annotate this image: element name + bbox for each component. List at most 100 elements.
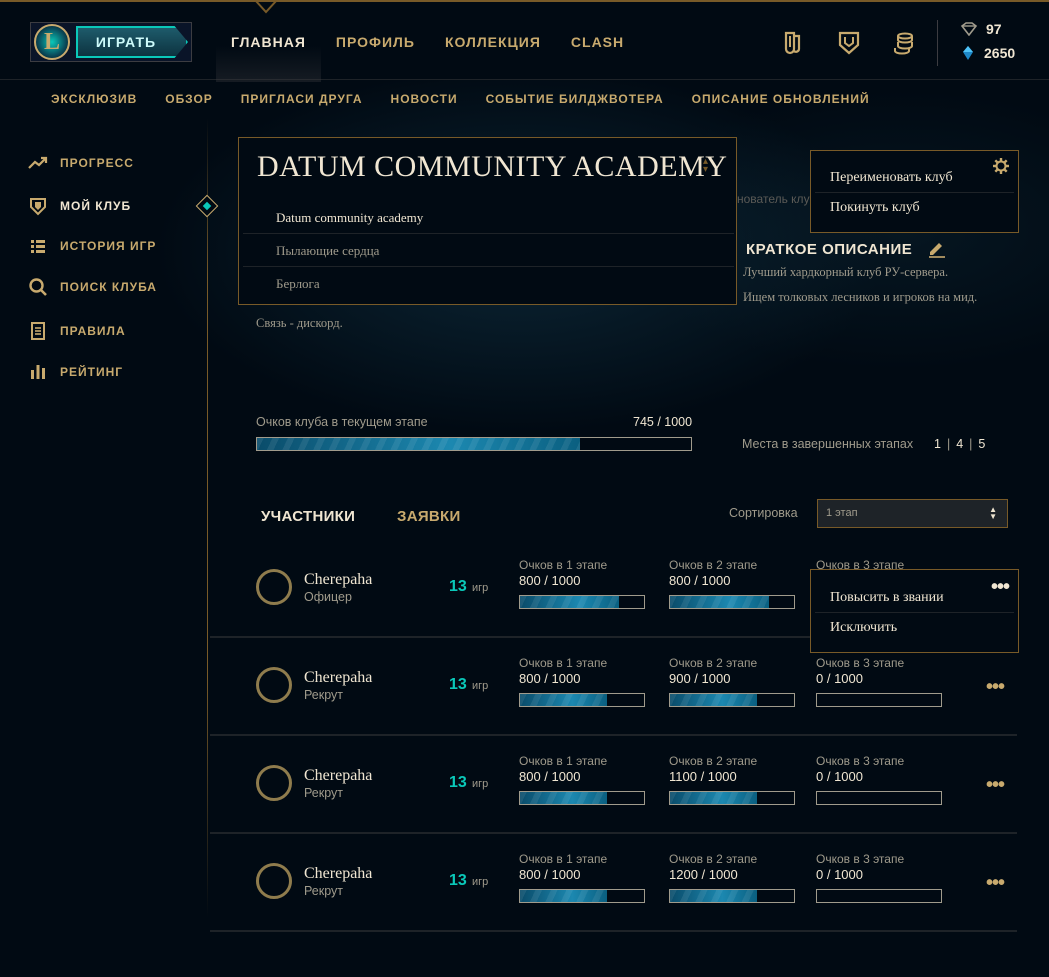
sort-select-value: 1 этап [826, 507, 858, 519]
leave-club-button[interactable]: Покинуть клуб [815, 193, 1014, 223]
rp-balance[interactable]: 97 [960, 21, 1002, 37]
description-line: Ищем толковых лесников и игроков на мид. [743, 290, 978, 304]
member-avatar[interactable] [256, 569, 292, 605]
kick-member-button[interactable]: Исключить [815, 613, 1014, 643]
subnav-news[interactable]: НОВОСТИ [377, 92, 472, 106]
games-count: 13 [449, 676, 467, 693]
place-separator: | [946, 437, 951, 451]
nav-profile[interactable]: ПРОФИЛЬ [321, 2, 430, 82]
more-options-icon[interactable]: ••• [986, 872, 1005, 895]
blue-essence-icon [963, 46, 973, 60]
be-amount: 2650 [984, 45, 1016, 61]
member-avatar[interactable] [256, 863, 292, 899]
stage-points-bar-fill [670, 890, 757, 902]
stage-points-bar-fill [520, 792, 607, 804]
member-name[interactable]: Cherepaha [304, 571, 372, 589]
tab-members[interactable]: УЧАСТНИКИ [261, 508, 355, 525]
member-row[interactable]: Cherepaha Рекрут 13 игр Очков в 1 этапе 800 /… [210, 736, 1017, 834]
more-options-icon[interactable]: ••• [986, 774, 1005, 797]
stage-points-bar [669, 693, 795, 707]
rp-amount: 97 [986, 21, 1002, 37]
list-icon [31, 240, 45, 253]
main-nav: ГЛАВНАЯ ПРОФИЛЬ КОЛЛЕКЦИЯ CLASH [216, 2, 639, 82]
stage-points-bar-fill [670, 792, 757, 804]
place-value: 4 [956, 437, 964, 451]
places-label: Места в завершенных этапах [742, 437, 914, 451]
sidebar-item-club-search[interactable]: ПОИСК КЛУБА [28, 277, 157, 297]
member-name[interactable]: Cherepaha [304, 865, 372, 883]
member-name[interactable]: Cherepaha [304, 669, 372, 687]
subnav-bilgewater-event[interactable]: СОБЫТИЕ БИЛДЖВОТЕРА [472, 92, 678, 106]
subnav-overview[interactable]: ОБЗОР [151, 92, 227, 106]
member-row[interactable]: Cherepaha Рекрут 13 игр Очков в 1 этапе 800 /… [210, 834, 1017, 932]
stage-points-value: 0 / 1000 [816, 769, 863, 784]
stage-points-bar-fill [520, 890, 607, 902]
dropdown-arrows-icon: ▴ ▾ [703, 156, 709, 175]
stage-points-value: 1200 / 1000 [669, 867, 738, 882]
stage-points-value: 800 / 1000 [519, 671, 581, 686]
nav-clash[interactable]: CLASH [556, 2, 639, 82]
top-icon-group [780, 30, 918, 56]
member-avatar[interactable] [256, 765, 292, 801]
subnav-exclusive[interactable]: ЭКСКЛЮЗИВ [37, 92, 151, 106]
member-name[interactable]: Cherepaha [304, 767, 372, 785]
stage-points-bar-fill [670, 694, 757, 706]
be-balance[interactable]: 2650 [960, 45, 1015, 61]
edit-pencil-icon[interactable] [927, 238, 947, 258]
member-rank: Рекрут [304, 884, 343, 898]
club-option[interactable]: Берлога [243, 267, 734, 300]
member-avatar[interactable] [256, 667, 292, 703]
play-button[interactable]: ИГРАТЬ [76, 26, 188, 58]
subnav-patch-notes[interactable]: ОПИСАНИЕ ОБНОВЛЕНИЙ [678, 92, 884, 106]
promote-member-button[interactable]: Повысить в звании [815, 583, 1014, 613]
sidebar-item-rating[interactable]: РЕЙТИНГ [28, 362, 123, 382]
loot-icon[interactable] [892, 30, 918, 56]
nav-home[interactable]: ГЛАВНАЯ [216, 2, 321, 82]
club-option[interactable]: Пылающие сердца [243, 234, 734, 267]
member-rank: Офицер [304, 590, 352, 604]
stage-points-bar [519, 889, 645, 903]
club-points-bar-fill [257, 438, 581, 450]
club-points-bar [256, 437, 692, 451]
sidebar-item-my-club[interactable]: МОЙ КЛУБ [28, 196, 131, 216]
sidebar-item-match-history[interactable]: ИСТОРИЯ ИГР [28, 236, 156, 256]
sidebar-item-label: ПОИСК КЛУБА [60, 280, 157, 294]
tokens-icon[interactable] [780, 30, 806, 56]
select-arrows-icon: ▲ ▼ [989, 505, 997, 521]
sidebar-item-label: ПРАВИЛА [60, 324, 126, 338]
subnav-invite-friend[interactable]: ПРИГЛАСИ ДРУГА [227, 92, 377, 106]
more-options-icon[interactable]: ••• [986, 676, 1005, 699]
member-rank: Рекрут [304, 688, 343, 702]
club-shield-icon [30, 198, 46, 216]
description-title: КРАТКОЕ ОПИСАНИЕ [746, 241, 913, 258]
stage-points-label: Очков в 1 этапе [519, 558, 608, 572]
rename-club-button[interactable]: Переименовать клуб [815, 163, 1014, 193]
stage-points-label: Очков в 3 этапе [816, 852, 905, 866]
sidebar-divider [207, 118, 208, 918]
stage-points-bar [816, 693, 942, 707]
club-option[interactable]: Datum community academy [243, 201, 734, 234]
sidebar-item-rules[interactable]: ПРАВИЛА [28, 321, 126, 341]
play-button-container[interactable]: L ИГРАТЬ [30, 22, 192, 62]
sidebar-item-progress[interactable]: ПРОГРЕСС [28, 153, 134, 173]
stage-points-label: Очков в 2 этапе [669, 558, 758, 572]
sort-select[interactable]: 1 этап ▲ ▼ [817, 499, 1008, 528]
stage-points-value: 800 / 1000 [519, 769, 581, 784]
stage-points-value: 0 / 1000 [816, 671, 863, 686]
stage-points-label: Очков в 1 этапе [519, 754, 608, 768]
nav-collection[interactable]: КОЛЛЕКЦИЯ [430, 2, 556, 82]
club-select-dropdown[interactable]: DATUM COMMUNITY ACADEMY ▴ ▾ Datum communi… [238, 137, 737, 305]
tab-requests[interactable]: ЗАЯВКИ [397, 508, 461, 525]
stage-points-bar [519, 595, 645, 609]
shield-icon[interactable] [836, 30, 862, 56]
sidebar-item-label: ПРОГРЕСС [60, 156, 134, 170]
stage-points-label: Очков в 2 этапе [669, 852, 758, 866]
club-title[interactable]: DATUM COMMUNITY ACADEMY [257, 150, 727, 184]
stage-points-label: Очков в 1 этапе [519, 656, 608, 670]
club-points-value: 745 / 1000 [633, 415, 693, 429]
stage-points-value: 800 / 1000 [519, 573, 581, 588]
sidebar-item-label: РЕЙТИНГ [60, 365, 124, 379]
stage-points-label: Очков в 1 этапе [519, 852, 608, 866]
stage-points-value: 0 / 1000 [816, 867, 863, 882]
stage-points-bar [519, 693, 645, 707]
